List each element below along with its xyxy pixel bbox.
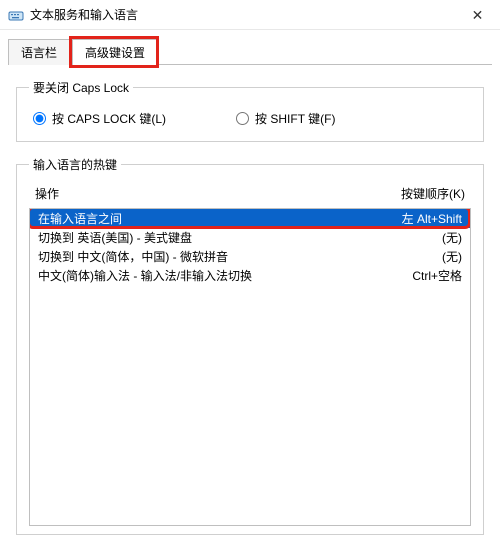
list-item-action: 切换到 中文(简体，中国) - 微软拼音 bbox=[38, 248, 228, 265]
list-item[interactable]: 切换到 英语(美国) - 美式键盘 (无) bbox=[30, 228, 470, 247]
radio-shift-label: 按 SHIFT 键(F) bbox=[255, 110, 335, 127]
radio-capslock[interactable]: 按 CAPS LOCK 键(L) bbox=[33, 110, 166, 127]
hotkey-legend: 输入语言的热键 bbox=[29, 156, 121, 173]
hotkey-listbox[interactable]: 在输入语言之间 左 Alt+Shift 切换到 英语(美国) - 美式键盘 (无… bbox=[29, 208, 471, 526]
list-item-keys: Ctrl+空格 bbox=[412, 267, 462, 284]
list-item-action: 切换到 英语(美国) - 美式键盘 bbox=[38, 229, 192, 246]
tab-label: 语言栏 bbox=[21, 46, 57, 60]
list-item-keys: (无) bbox=[442, 248, 462, 265]
header-action: 操作 bbox=[35, 185, 59, 202]
close-button[interactable]: ✕ bbox=[455, 0, 500, 30]
header-keys: 按键顺序(K) bbox=[401, 185, 465, 202]
tab-advanced-keys[interactable]: 高级键设置 bbox=[72, 39, 158, 65]
list-item[interactable]: 在输入语言之间 左 Alt+Shift bbox=[30, 209, 470, 228]
list-item-action: 中文(简体)输入法 - 输入法/非输入法切换 bbox=[38, 267, 252, 284]
tab-panel: 要关闭 Caps Lock 按 CAPS LOCK 键(L) 按 SHIFT 键… bbox=[0, 65, 500, 535]
radio-shift[interactable]: 按 SHIFT 键(F) bbox=[236, 110, 335, 127]
radio-capslock-input[interactable] bbox=[33, 112, 46, 125]
capslock-legend: 要关闭 Caps Lock bbox=[29, 79, 133, 96]
titlebar: 文本服务和输入语言 ✕ bbox=[0, 0, 500, 30]
tabs: 语言栏 高级键设置 bbox=[0, 30, 500, 65]
tab-language-bar[interactable]: 语言栏 bbox=[8, 39, 70, 65]
radio-capslock-label: 按 CAPS LOCK 键(L) bbox=[52, 110, 166, 127]
list-item[interactable]: 中文(简体)输入法 - 输入法/非输入法切换 Ctrl+空格 bbox=[30, 266, 470, 285]
window-title: 文本服务和输入语言 bbox=[30, 6, 138, 23]
list-item[interactable]: 切换到 中文(简体，中国) - 微软拼音 (无) bbox=[30, 247, 470, 266]
list-item-keys: 左 Alt+Shift bbox=[402, 210, 462, 227]
capslock-group: 要关闭 Caps Lock 按 CAPS LOCK 键(L) 按 SHIFT 键… bbox=[16, 79, 484, 142]
tab-label: 高级键设置 bbox=[85, 46, 145, 60]
close-icon: ✕ bbox=[472, 7, 484, 24]
list-item-action: 在输入语言之间 bbox=[38, 210, 122, 227]
keyboard-icon bbox=[8, 7, 24, 23]
radio-shift-input[interactable] bbox=[236, 112, 249, 125]
hotkey-group: 输入语言的热键 操作 按键顺序(K) 在输入语言之间 左 Alt+Shift 切… bbox=[16, 156, 484, 535]
list-item-keys: (无) bbox=[442, 229, 462, 246]
